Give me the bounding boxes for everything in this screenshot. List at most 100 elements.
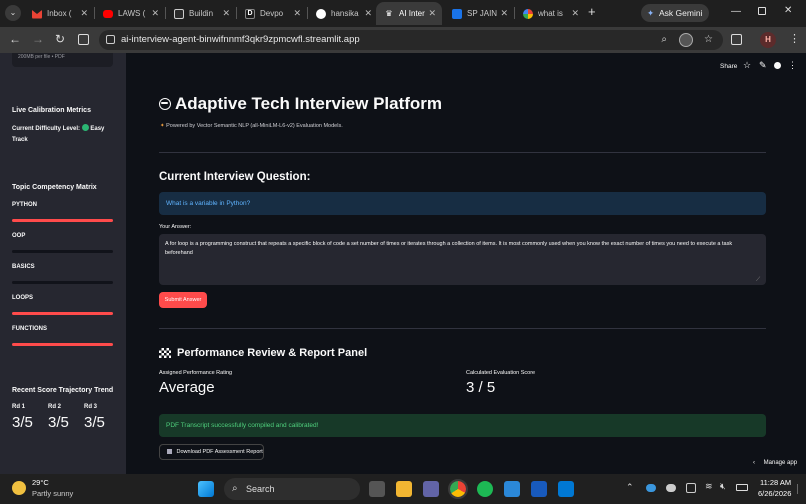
windows-taskbar: 29°C Partly sunny ⌕ Search ⌃ ≋ 🔇︎ 11:28 … [0, 474, 806, 504]
google-icon [523, 8, 533, 19]
main-content: Share ☆ ✎ ⋮ Adaptive Tech Interview Plat… [126, 53, 806, 474]
new-tab-plus-icon[interactable]: + [588, 4, 596, 19]
question-heading: Current Interview Question: [159, 171, 311, 183]
install-app-icon[interactable] [679, 33, 693, 47]
lightbulb-icon: ✦ [160, 123, 165, 129]
restore-icon[interactable] [758, 7, 766, 15]
url-text: ai-interview-agent-binwifnnmf3qkr9zpmcwf… [121, 34, 360, 45]
chevron-left-icon: ‹ [753, 460, 755, 466]
teams-icon[interactable] [423, 481, 439, 497]
difficulty-level: Current Difficulty Level: Easy Track [12, 124, 105, 143]
gmail-icon [32, 10, 42, 19]
menu-kebab-icon[interactable]: ⋮ [789, 32, 800, 45]
checkered-flag-icon [159, 348, 171, 358]
cloud-icon[interactable] [666, 484, 676, 492]
address-bar[interactable]: ai-interview-agent-binwifnnmf3qkr9zpmcwf… [99, 30, 723, 50]
github-icon[interactable] [774, 62, 781, 69]
vscode-icon[interactable] [558, 481, 574, 497]
answer-textarea[interactable]: A for loop is a programming construct th… [159, 234, 766, 285]
tab-sp-jain[interactable]: SP JAIN ✕ [444, 2, 514, 25]
close-icon[interactable]: ✕ [364, 8, 372, 19]
tab-devpost[interactable]: D Devpo ✕ [237, 2, 307, 25]
profile-avatar[interactable]: H [760, 32, 776, 48]
site-info-icon[interactable] [106, 35, 115, 44]
notion-icon [174, 8, 184, 19]
download-report-button[interactable]: Download PDF Assessment Report [159, 444, 264, 460]
chevron-up-icon[interactable]: ⌃ [626, 482, 634, 493]
close-icon[interactable]: ✕ [293, 8, 301, 19]
chrome-icon[interactable] [448, 479, 468, 499]
powered-by-caption: ✦ Powered by Vector Semantic NLP (all-Mi… [160, 123, 343, 129]
competency-title: Topic Competency Matrix [12, 184, 97, 191]
reload-icon[interactable]: ↻ [55, 32, 65, 46]
ask-gemini-button[interactable]: ✦ Ask Gemini [641, 4, 709, 22]
tab-ai-interview[interactable]: ♛ AI Inter ✕ [376, 2, 442, 25]
speaker-muted-icon[interactable]: 🔇︎ [720, 481, 726, 492]
clock-time[interactable]: 11:28 AM [760, 478, 791, 487]
close-icon[interactable]: ✕ [428, 8, 436, 19]
round-label: Rd 2 [48, 404, 62, 410]
keyboard-icon[interactable] [686, 483, 696, 493]
tab-inbox[interactable]: Inbox ( ✕ [24, 2, 94, 25]
tab-label: LAWS ( [118, 9, 146, 18]
rating-value: Average [159, 379, 215, 396]
task-view-icon[interactable] [369, 481, 385, 497]
score-value: 3 / 5 [466, 379, 496, 396]
tab-label: hansika [331, 9, 359, 18]
resize-handle-icon[interactable]: ⟋ [756, 277, 760, 284]
taskbar-search[interactable]: ⌕ Search [224, 478, 360, 500]
submit-answer-button[interactable]: Submit Answer [159, 292, 207, 308]
tab-label: AI Inter [399, 9, 425, 18]
topic-bar-functions [12, 343, 113, 346]
close-icon[interactable]: ✕ [151, 8, 159, 19]
windows-start-icon[interactable] [198, 481, 214, 497]
edit-pencil-icon[interactable]: ✎ [759, 60, 767, 71]
app-menu-icon[interactable]: ⋮ [788, 60, 797, 71]
spotify-icon[interactable] [477, 481, 493, 497]
notepad-icon[interactable] [504, 481, 520, 497]
green-circle-icon [81, 124, 89, 131]
tab-search-button[interactable]: ⌄ [5, 5, 21, 21]
share-button[interactable]: Share [720, 63, 737, 70]
browser-tab-strip: ⌄ Inbox ( ✕ LAWS ( ✕ Buildin ✕ D Devpo ✕… [0, 0, 806, 27]
show-desktop[interactable] [797, 484, 803, 494]
battery-icon[interactable] [736, 484, 748, 491]
page-title: Adaptive Tech Interview Platform [159, 94, 442, 114]
onedrive-icon[interactable] [646, 484, 656, 492]
tab-laws[interactable]: LAWS ( ✕ [95, 2, 165, 25]
file-explorer-icon[interactable] [396, 481, 412, 497]
minimize-icon[interactable]: — [731, 6, 741, 17]
topic-label-basics: BASICS [12, 264, 35, 270]
trend-title: Recent Score Trajectory Trend [12, 387, 114, 394]
extensions-icon[interactable] [731, 34, 742, 45]
document-icon [167, 449, 172, 454]
zoom-icon[interactable]: ⌕ [661, 30, 667, 50]
window-close-icon[interactable]: ✕ [784, 5, 792, 16]
file-uploader[interactable]: 200MB per file • PDF [12, 53, 113, 67]
star-icon[interactable]: ☆ [743, 60, 751, 71]
topic-bar-oop [12, 250, 113, 253]
round-score: 3/5 [12, 414, 33, 431]
close-icon[interactable]: ✕ [500, 8, 508, 19]
close-icon[interactable]: ✕ [80, 8, 88, 19]
tab-label: Inbox ( [47, 9, 72, 18]
tab-building[interactable]: Buildin ✕ [166, 2, 236, 25]
tab-github[interactable]: hansika ✕ [308, 2, 378, 25]
split-view-icon[interactable] [78, 34, 89, 45]
partly-sunny-icon [12, 481, 26, 495]
close-icon[interactable]: ✕ [571, 8, 579, 19]
word-icon[interactable] [531, 481, 547, 497]
topic-label-loops: LOOPS [12, 295, 34, 301]
divider [159, 152, 766, 153]
close-icon[interactable]: ✕ [222, 8, 230, 19]
clock-date[interactable]: 6/26/2026 [758, 489, 791, 498]
manage-app-button[interactable]: ‹ Manage app [753, 460, 797, 466]
review-heading: Performance Review & Report Panel [159, 347, 367, 359]
wifi-icon[interactable]: ≋ [705, 481, 713, 492]
back-arrow-icon[interactable]: ← [9, 32, 21, 46]
tab-google-search[interactable]: what is ✕ [515, 2, 585, 25]
score-label: Calculated Evaluation Score [466, 370, 536, 376]
topic-bar-loops [12, 312, 113, 315]
forward-arrow-icon[interactable]: → [32, 32, 44, 46]
bookmark-star-icon[interactable]: ☆ [704, 30, 713, 50]
